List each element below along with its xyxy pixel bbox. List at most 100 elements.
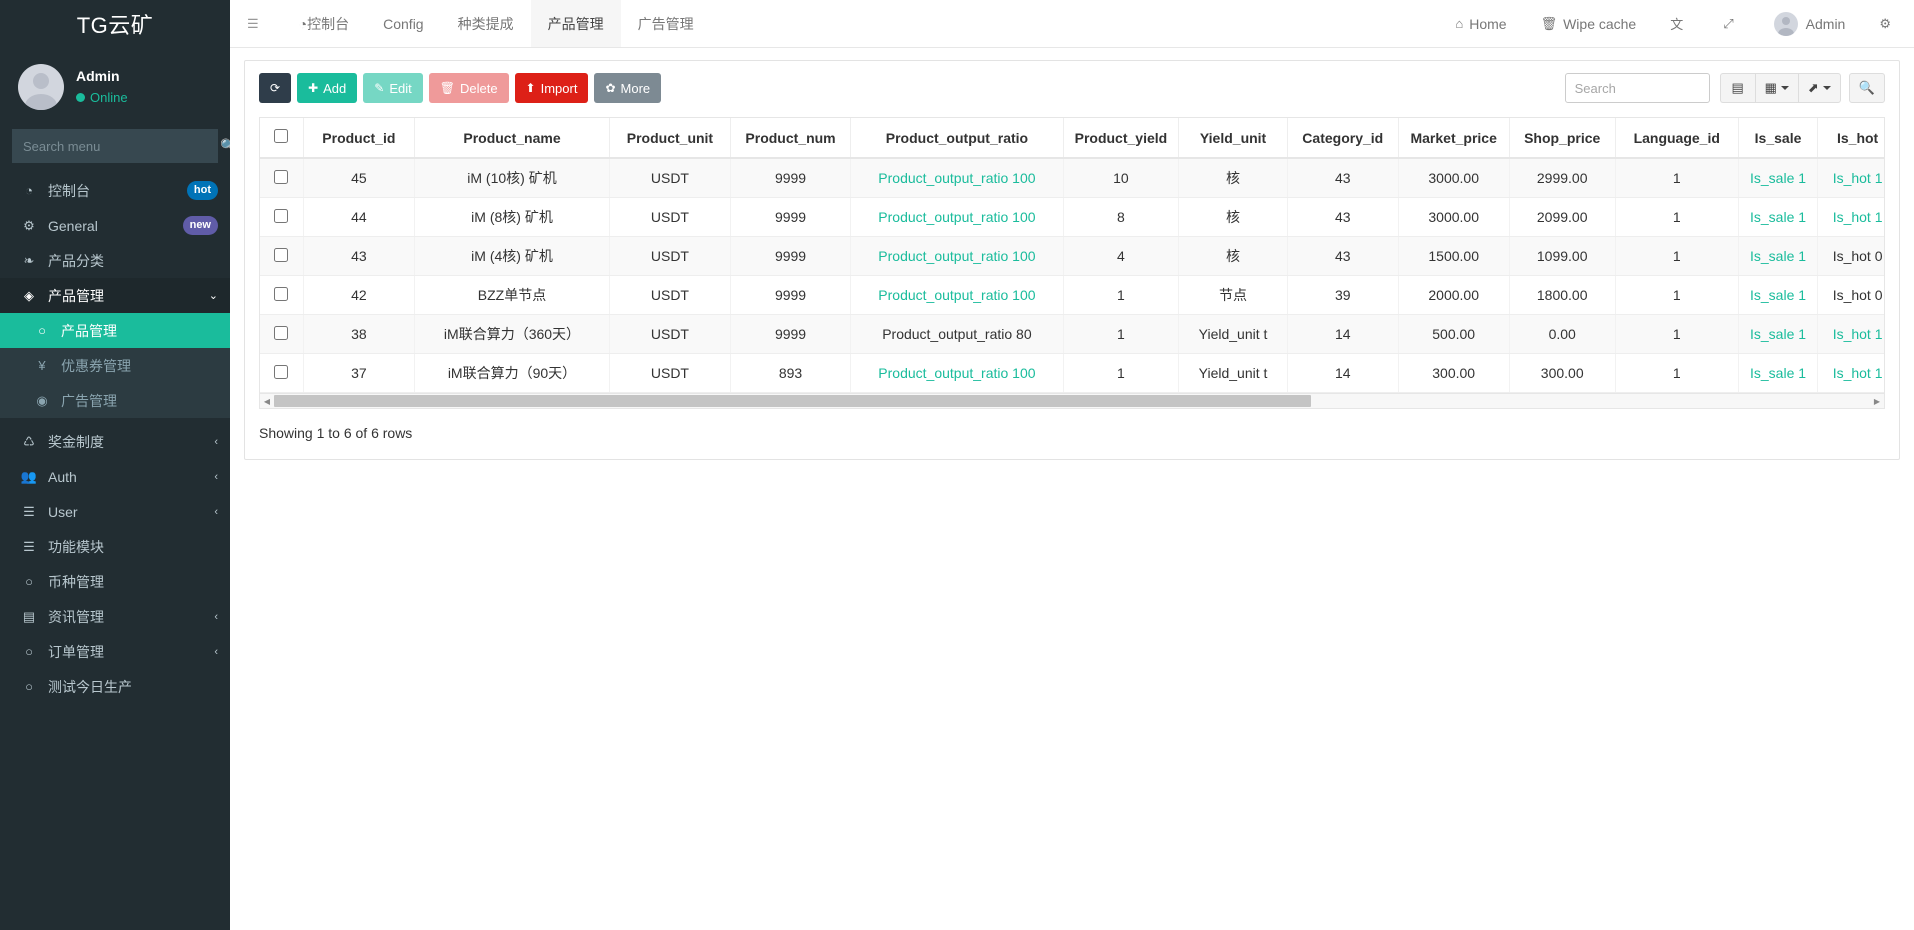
sidebar-item-7[interactable]: ☰功能模块 — [0, 529, 230, 564]
column-header-language_id[interactable]: Language_id — [1615, 118, 1738, 158]
button-label: Add — [323, 81, 346, 96]
navbar-action-home[interactable]: ⌂Home — [1438, 0, 1523, 47]
column-header-is_hot[interactable]: Is_hot — [1818, 118, 1884, 158]
edit-button[interactable]: ✎Edit — [363, 73, 422, 103]
tab-0[interactable]: ◔控制台 — [282, 0, 366, 47]
cell-is_hot[interactable]: Is_hot 1 — [1818, 198, 1884, 237]
cell-product_num: 9999 — [730, 315, 851, 354]
column-header-market_price[interactable]: Market_price — [1398, 118, 1509, 158]
cell-is_sale[interactable]: Is_sale 1 — [1738, 354, 1818, 393]
tab-4[interactable]: 广告管理 — [621, 0, 711, 47]
import-button[interactable]: ⬆Import — [515, 73, 589, 103]
cell-product_output_ratio[interactable]: Product_output_ratio 100 — [851, 198, 1063, 237]
scroll-right-icon[interactable]: ▶ — [1870, 397, 1884, 406]
data-panel: ⟳ ✚Add✎Edit🗑Delete⬆Import✿More ▤▦⬈ 🔍 — [244, 60, 1900, 460]
delete-button[interactable]: 🗑Delete — [429, 73, 509, 103]
row-checkbox[interactable] — [274, 365, 288, 379]
table-row[interactable]: 44iM (8核) 矿机USDT9999Product_output_ratio… — [260, 198, 1884, 237]
sidebar-item-3[interactable]: ◈产品管理⌄ — [0, 278, 230, 313]
column-header-product_output_ratio[interactable]: Product_output_ratio — [851, 118, 1063, 158]
tab-1[interactable]: Config — [366, 0, 440, 47]
search-menu-input[interactable] — [13, 139, 209, 154]
cell-value: USDT — [651, 209, 689, 225]
cell-is_sale[interactable]: Is_sale 1 — [1738, 237, 1818, 276]
row-checkbox[interactable] — [274, 209, 288, 223]
cell-is_hot[interactable]: Is_hot 1 — [1818, 158, 1884, 198]
account-menu[interactable]: Admin — [1757, 0, 1863, 47]
search-input[interactable] — [1565, 73, 1710, 103]
sidebar-badge: new — [183, 216, 218, 234]
yen-icon: ¥ — [31, 358, 53, 373]
table-row[interactable]: 42BZZ单节点USDT9999Product_output_ratio 100… — [260, 276, 1884, 315]
tab-2[interactable]: 种类提成 — [441, 0, 531, 47]
columns-button[interactable]: ▦ — [1755, 73, 1798, 103]
column-header-product_yield[interactable]: Product_yield — [1063, 118, 1179, 158]
sidebar-item-9[interactable]: ▤资讯管理‹ — [0, 599, 230, 634]
table-row[interactable]: 45iM (10核) 矿机USDT9999Product_output_rati… — [260, 158, 1884, 198]
cell-value: Product_output_ratio 100 — [878, 287, 1035, 303]
table-row[interactable]: 43iM (4核) 矿机USDT9999Product_output_ratio… — [260, 237, 1884, 276]
brand-logo[interactable]: TG云矿 — [0, 0, 230, 48]
sidebar-item-label: 控制台 — [48, 181, 187, 201]
cell-value: 核 — [1226, 248, 1240, 264]
row-checkbox[interactable] — [274, 326, 288, 340]
navbar-action-wipe-cache[interactable]: 🗑Wipe cache — [1524, 0, 1654, 47]
export-button[interactable]: ⬈ — [1798, 73, 1841, 103]
sidebar-item-11[interactable]: ○测试今日生产 — [0, 669, 230, 704]
detail-view-button[interactable]: ▤ — [1720, 73, 1755, 103]
cell-product_output_ratio[interactable]: Product_output_ratio 100 — [851, 158, 1063, 198]
sidebar-toggle-button[interactable]: ☰ — [230, 0, 282, 47]
search-button[interactable]: 🔍 — [1849, 73, 1885, 103]
settings-button[interactable]: ⚙ — [1862, 0, 1914, 47]
tab-3[interactable]: 产品管理 — [531, 0, 621, 47]
column-header-is_sale[interactable]: Is_sale — [1738, 118, 1818, 158]
row-checkbox[interactable] — [274, 170, 288, 184]
sidebar-subitem-0[interactable]: ○产品管理 — [0, 313, 230, 348]
more-button[interactable]: ✿More — [594, 73, 661, 103]
refresh-button[interactable]: ⟳ — [259, 73, 291, 103]
search-icon[interactable]: 🔍 — [209, 138, 230, 154]
cell-value: BZZ单节点 — [478, 287, 546, 303]
sidebar-item-2[interactable]: ❧产品分类 — [0, 243, 230, 278]
sidebar-item-8[interactable]: ○币种管理 — [0, 564, 230, 599]
navbar-action-fullscreen-icon[interactable]: ⤢ — [1706, 0, 1756, 47]
sidebar-item-4[interactable]: ♺奖金制度‹ — [0, 424, 230, 459]
cell-product_output_ratio[interactable]: Product_output_ratio 100 — [851, 237, 1063, 276]
scrollbar-track[interactable] — [274, 394, 1870, 408]
table-row[interactable]: 38iM联合算力（360天）USDT9999Product_output_rat… — [260, 315, 1884, 354]
select-all-checkbox[interactable] — [274, 129, 288, 143]
scrollbar-thumb[interactable] — [274, 395, 1311, 407]
horizontal-scrollbar[interactable]: ◀ ▶ — [259, 393, 1885, 409]
column-header-product_num[interactable]: Product_num — [730, 118, 851, 158]
cell-is_sale[interactable]: Is_sale 1 — [1738, 315, 1818, 354]
column-header-yield_unit[interactable]: Yield_unit — [1179, 118, 1288, 158]
cell-is_sale[interactable]: Is_sale 1 — [1738, 158, 1818, 198]
scroll-left-icon[interactable]: ◀ — [260, 397, 274, 406]
cell-is_hot[interactable]: Is_hot 1 — [1818, 354, 1884, 393]
column-header-shop_price[interactable]: Shop_price — [1509, 118, 1615, 158]
add-button[interactable]: ✚Add — [297, 73, 357, 103]
row-checkbox[interactable] — [274, 287, 288, 301]
column-header-product_unit[interactable]: Product_unit — [610, 118, 731, 158]
sidebar-item-6[interactable]: ☰User‹ — [0, 494, 230, 529]
cell-value: Is_hot 1 — [1833, 170, 1883, 186]
cell-value: 2099.00 — [1537, 209, 1588, 225]
sidebar-subitem-1[interactable]: ¥优惠券管理 — [0, 348, 230, 383]
cell-product_output_ratio[interactable]: Product_output_ratio 100 — [851, 276, 1063, 315]
navbar-action-language-icon[interactable]: 文 — [1653, 0, 1706, 47]
cell-product_output_ratio[interactable]: Product_output_ratio 100 — [851, 354, 1063, 393]
column-header-product_name[interactable]: Product_name — [414, 118, 609, 158]
sidebar-search[interactable]: 🔍 — [12, 129, 218, 163]
sidebar-item-0[interactable]: ◔控制台hot — [0, 173, 230, 208]
cell-is_sale[interactable]: Is_sale 1 — [1738, 198, 1818, 237]
column-header-category_id[interactable]: Category_id — [1287, 118, 1398, 158]
sidebar-item-10[interactable]: ○订单管理‹ — [0, 634, 230, 669]
table-row[interactable]: 37iM联合算力（90天）USDT893Product_output_ratio… — [260, 354, 1884, 393]
sidebar-item-5[interactable]: 👥Auth‹ — [0, 459, 230, 494]
column-header-product_id[interactable]: Product_id — [303, 118, 414, 158]
row-checkbox[interactable] — [274, 248, 288, 262]
sidebar-item-1[interactable]: ⚙Generalnew — [0, 208, 230, 243]
cell-is_hot[interactable]: Is_hot 1 — [1818, 315, 1884, 354]
sidebar-subitem-2[interactable]: ◉广告管理 — [0, 383, 230, 418]
cell-is_sale[interactable]: Is_sale 1 — [1738, 276, 1818, 315]
